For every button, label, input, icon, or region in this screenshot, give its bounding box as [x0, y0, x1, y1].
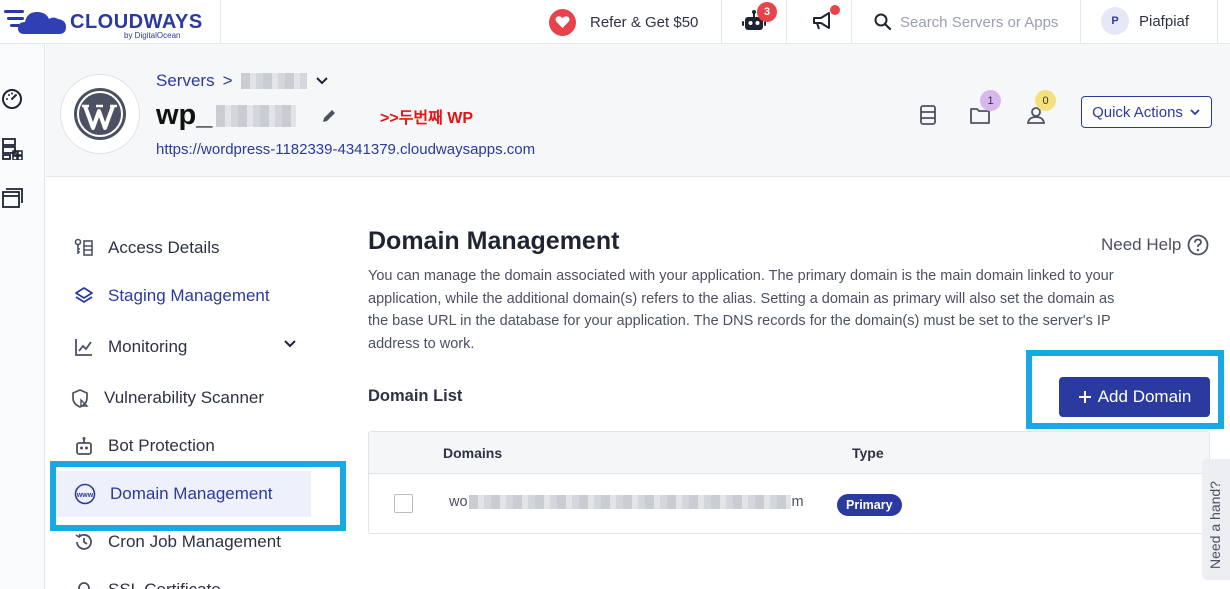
user-name: Piafpiaf: [1139, 12, 1190, 30]
server-icon[interactable]: [919, 105, 937, 125]
heart-icon: [549, 8, 576, 36]
domain-list-title: Domain List: [368, 387, 463, 405]
nav-label: Cron Job Management: [108, 532, 281, 551]
refer-button[interactable]: Refer & Get $50: [549, 8, 698, 36]
nav-label: Vulnerability Scanner: [104, 388, 265, 407]
nav-access-details[interactable]: Access Details: [56, 225, 311, 271]
cloud-logo-icon: [4, 10, 66, 34]
topbar-divider: [851, 0, 852, 44]
server-apps-icon[interactable]: [1, 138, 23, 160]
nav-cron-job-management[interactable]: Cron Job Management: [56, 519, 311, 565]
megaphone-icon[interactable]: [812, 11, 834, 31]
chevron-down-icon[interactable]: [315, 76, 329, 86]
domain-name[interactable]: wo m: [449, 494, 804, 510]
www-globe-icon: www: [74, 483, 96, 505]
nav-ssl-certificate[interactable]: SSL Certificate: [56, 567, 311, 589]
column-header-type: Type: [852, 445, 884, 461]
table-row[interactable]: wo m Primary: [369, 474, 1209, 533]
column-header-domains: Domains: [443, 445, 503, 461]
users-badge: 0: [1035, 90, 1056, 111]
certificate-icon: [78, 582, 90, 589]
add-domain-button[interactable]: Add Domain: [1059, 377, 1210, 417]
wordpress-logo: [60, 74, 140, 154]
annotation-text: >>두번째 WP: [380, 110, 474, 127]
need-help-link[interactable]: Need Help: [1101, 234, 1209, 256]
app-name-prefix: wp_: [156, 99, 213, 131]
row-checkbox[interactable]: [394, 494, 413, 513]
nav-bot-protection[interactable]: Bot Protection: [56, 423, 311, 469]
chevron-down-icon: [1190, 109, 1200, 116]
topbar-divider: [1217, 0, 1218, 44]
layers-icon: [75, 287, 93, 303]
announcement-dot: [830, 5, 840, 15]
nav-label: SSL Certificate: [108, 580, 221, 589]
table-header: Domains Type: [369, 432, 1209, 474]
shield-icon: [72, 389, 89, 408]
nav-staging-management[interactable]: Staging Management: [56, 273, 311, 319]
need-help-label: Need Help: [1101, 235, 1182, 254]
bot-notification-badge: 3: [757, 2, 777, 22]
nav-label: Staging Management: [108, 286, 270, 305]
domain-name-redacted: [468, 495, 791, 509]
refer-label: Refer & Get $50: [590, 13, 699, 31]
nav-label: Access Details: [108, 238, 220, 257]
search-bar[interactable]: Search Servers or Apps: [874, 8, 1058, 36]
svg-text:www: www: [76, 492, 94, 499]
page-description: You can manage the domain associated wit…: [368, 268, 1115, 352]
nav-label: Bot Protection: [108, 436, 215, 455]
app-name: wp_: [156, 99, 297, 132]
breadcrumb-separator: >: [222, 71, 233, 90]
nav-vulnerability-scanner[interactable]: Vulnerability Scanner: [56, 375, 311, 421]
nav-label: Monitoring: [108, 337, 188, 356]
page-title: Domain Management: [368, 227, 620, 255]
nav-monitoring[interactable]: Monitoring: [56, 324, 311, 370]
brand-subtitle: by DigitalOcean: [124, 31, 181, 40]
breadcrumb: Servers >: [156, 71, 329, 91]
question-circle-icon: [1187, 234, 1209, 256]
add-domain-label: Add Domain: [1097, 387, 1192, 406]
quick-actions-label: Quick Actions: [1092, 103, 1183, 121]
quick-actions-button[interactable]: Quick Actions: [1081, 96, 1212, 128]
domain-name-end: m: [791, 494, 804, 510]
history-clock-icon: [75, 533, 92, 550]
files-badge: 1: [980, 90, 1001, 111]
app-header: Servers > wp_ >>두번째 WP https://wordpress…: [46, 44, 1230, 177]
nav-label: Domain Management: [110, 484, 273, 503]
nav-domain-management[interactable]: www Domain Management: [56, 471, 311, 517]
search-input[interactable]: Search Servers or Apps: [900, 14, 1058, 31]
app-url-link[interactable]: https://wordpress-1182339-4341379.cloudw…: [156, 141, 535, 158]
left-rail: [0, 44, 45, 589]
window-stack-icon[interactable]: [1, 187, 23, 209]
plus-icon: [1078, 391, 1091, 403]
domain-name-start: wo: [449, 494, 468, 510]
topbar-divider: [786, 0, 787, 44]
app-sub-navigation: Access Details Staging Management Monito…: [46, 177, 346, 589]
top-bar: CLOUDWAYS by DigitalOcean Refer & Get $5…: [0, 0, 1230, 44]
chevron-down-icon[interactable]: [283, 339, 297, 349]
server-name-redacted[interactable]: [240, 73, 307, 89]
user-menu[interactable]: P Piafpiaf: [1101, 6, 1189, 36]
need-a-hand-label: Need a hand?: [1207, 481, 1223, 569]
main-content: Domain Management Need Help You can mana…: [368, 177, 1230, 589]
topbar-divider: [220, 0, 221, 44]
cloudways-logo[interactable]: CLOUDWAYS by DigitalOcean: [4, 4, 204, 40]
speedometer-icon[interactable]: [1, 88, 23, 110]
search-icon: [874, 13, 892, 31]
primary-badge: Primary: [837, 494, 902, 516]
need-a-hand-widget[interactable]: Need a hand?: [1202, 459, 1230, 580]
wordpress-icon: [74, 88, 126, 140]
topbar-divider: [721, 0, 722, 44]
domain-table: Domains Type wo m Primary: [368, 431, 1210, 534]
breadcrumb-servers[interactable]: Servers: [156, 71, 215, 91]
avatar: P: [1101, 7, 1129, 35]
robot-icon: [76, 437, 92, 455]
key-list-icon: [74, 238, 93, 256]
topbar-divider: [1080, 0, 1081, 44]
line-chart-icon: [75, 339, 92, 356]
app-name-redacted: [216, 104, 297, 127]
pencil-icon[interactable]: [321, 108, 337, 124]
